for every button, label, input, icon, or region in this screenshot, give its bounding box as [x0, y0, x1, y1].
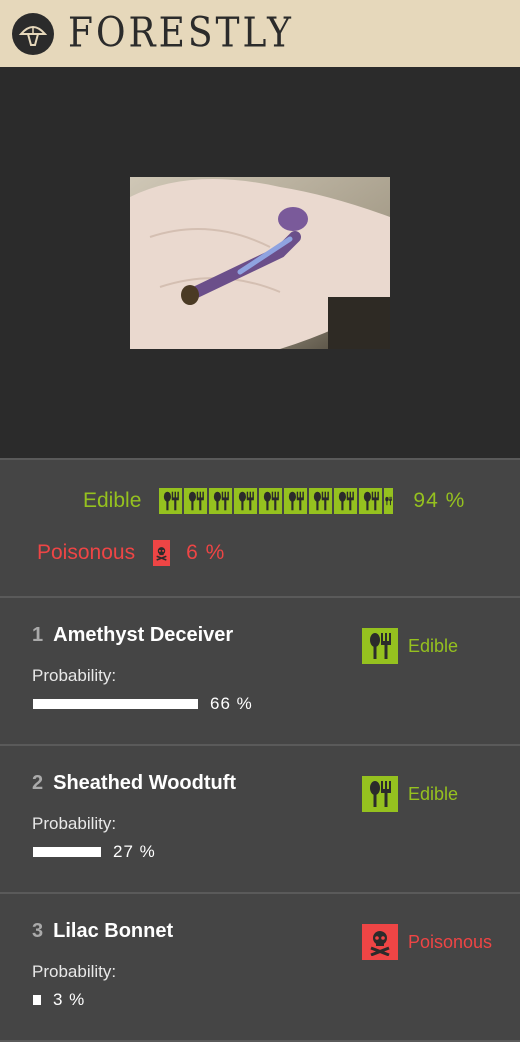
mushroom-icon[interactable]	[12, 12, 54, 55]
result-rank: 1	[32, 624, 44, 646]
poisonous-label: Poisonous	[37, 541, 136, 564]
verdict-label: Edible	[408, 783, 459, 804]
edible-summary-row: Edible 94 %	[83, 488, 465, 514]
edibility-summary: Edible 94 % Poisonous 6 %	[0, 460, 520, 598]
probability-bar	[33, 699, 198, 709]
fork-spoon-icon	[359, 488, 383, 514]
edible-badge: Edible	[362, 628, 458, 664]
app-title[interactable]: FORESTLY	[68, 10, 294, 57]
poisonous-badge: Poisonous	[362, 924, 492, 960]
probability-percent: 3 %	[53, 990, 86, 1009]
probability-bar	[33, 847, 101, 857]
fork-spoon-icon	[259, 488, 283, 514]
fork-spoon-icon	[384, 488, 394, 514]
mushroom-photo	[130, 177, 390, 349]
result-title: 3 Lilac Bonnet	[32, 920, 173, 943]
fork-spoon-icon	[284, 488, 308, 514]
verdict-label: Poisonous	[408, 931, 493, 952]
result-rank: 2	[32, 772, 44, 794]
probability-row: 66 %	[33, 694, 253, 714]
result-name: Sheathed Woodtuft	[53, 772, 237, 794]
probability-row: 27 %	[33, 842, 156, 862]
probability-percent: 66 %	[210, 694, 253, 713]
verdict-label: Edible	[408, 635, 459, 656]
probability-label: Probability:	[32, 962, 117, 981]
skull-crossbones-icon	[362, 924, 398, 960]
result-title: 2 Sheathed Woodtuft	[32, 772, 236, 795]
result-name: Lilac Bonnet	[53, 920, 174, 942]
fork-spoon-icon	[334, 488, 358, 514]
photo-preview	[0, 67, 520, 460]
fork-spoon-icon	[362, 776, 398, 812]
edible-bar	[159, 488, 395, 514]
edible-label: Edible	[83, 489, 142, 512]
result-title: 1 Amethyst Deceiver	[32, 624, 233, 647]
probability-bar	[33, 995, 41, 1005]
skull-crossbones-icon	[153, 540, 171, 566]
poisonous-percent: 6 %	[186, 541, 226, 564]
fork-spoon-icon	[362, 628, 398, 664]
result-list: 1 Amethyst Deceiver Probability: 66 % Edi…	[0, 598, 520, 1042]
fork-spoon-icon	[209, 488, 233, 514]
result-rank: 3	[32, 920, 44, 942]
result-card[interactable]: 2 Sheathed Woodtuft Probability: 27 % Edi…	[0, 746, 520, 894]
probability-label: Probability:	[32, 814, 117, 833]
fork-spoon-icon	[159, 488, 183, 514]
probability-percent: 27 %	[113, 842, 156, 861]
result-card[interactable]: 3 Lilac Bonnet Probability: 3 % Poisonous	[0, 894, 520, 1042]
probability-row: 3 %	[33, 990, 85, 1010]
edible-badge: Edible	[362, 776, 458, 812]
poisonous-bar	[153, 540, 171, 566]
app-header: FORESTLY	[0, 0, 520, 67]
fork-spoon-icon	[184, 488, 208, 514]
poisonous-summary-row: Poisonous 6 %	[37, 540, 225, 566]
result-card[interactable]: 1 Amethyst Deceiver Probability: 66 % Edi…	[0, 598, 520, 746]
probability-label: Probability:	[32, 666, 117, 685]
result-name: Amethyst Deceiver	[53, 624, 234, 646]
edible-percent: 94 %	[413, 489, 466, 512]
fork-spoon-icon	[234, 488, 258, 514]
fork-spoon-icon	[309, 488, 333, 514]
